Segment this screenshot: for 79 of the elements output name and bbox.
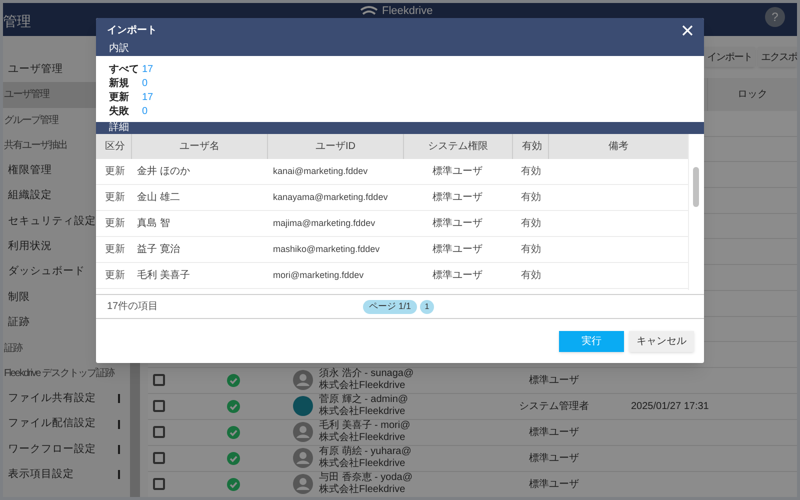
user-name: 須永 浩介 - sunaga@ — [319, 368, 415, 380]
table-cell-text: 標準ユーザ — [432, 190, 484, 205]
summary-value: 0 — [142, 104, 148, 118]
summary-label: すべて — [109, 62, 140, 76]
summary-value: 17 — [142, 62, 154, 76]
table-cell-text: kanai@marketing.fddev — [272, 164, 369, 178]
table-cell-text: 金山 雄二 — [136, 190, 181, 205]
table-cell-text: 標準ユーザ — [432, 242, 484, 257]
toolbar-button[interactable]: インポート — [704, 47, 755, 67]
table-cell-text: 有効 — [520, 216, 542, 231]
summary-label: 更新 — [109, 90, 130, 104]
table-cell-text: 真島 智 — [136, 216, 171, 231]
table-cell-text: 有効 — [520, 190, 542, 205]
checkbox[interactable] — [153, 426, 165, 438]
table-cell-text: mori@marketing.fddev — [272, 268, 365, 282]
checkbox[interactable] — [153, 374, 165, 386]
checkbox[interactable] — [153, 400, 165, 412]
table-cell-text: 更新 — [104, 216, 126, 231]
page-button[interactable]: 1 — [420, 300, 434, 314]
user-name: 有原 萌絵 - yuhara@ — [319, 446, 412, 458]
cancel-button[interactable]: キャンセル — [629, 330, 694, 352]
role-text: 標準ユーザ — [529, 478, 579, 492]
role-text: 標準ユーザ — [529, 452, 579, 466]
user-name: 菅原 輝之 - admin@ — [319, 394, 410, 406]
user-name: 毛利 美喜子 - mori@ — [319, 420, 412, 432]
column-header: ロック — [707, 78, 797, 111]
logo-text: Fleekdrive — [382, 5, 433, 17]
table-cell-text: 更新 — [104, 190, 126, 205]
sidebar-item[interactable]: ファイル配信設定 — [3, 412, 130, 437]
checkbox[interactable] — [153, 478, 165, 490]
table-cell-text: 毛利 美喜子 — [136, 268, 191, 283]
table-cell-text: 有効 — [520, 164, 542, 179]
dialog-title: インポート — [107, 24, 157, 38]
column-header: システム権限 — [403, 134, 512, 159]
close-button[interactable] — [682, 25, 693, 36]
sidebar-item[interactable]: Fleekdrive デスクトップ証跡 — [3, 360, 130, 386]
company-name: 株式会社Fleekdrive — [319, 406, 406, 418]
table-cell-text: 更新 — [104, 242, 126, 257]
table-cell-text: 標準ユーザ — [432, 268, 484, 283]
table-cell-text: 金井 ほのか — [136, 164, 191, 179]
company-name: 株式会社Fleekdrive — [319, 432, 406, 444]
sidebar-item[interactable]: ファイル共有設定 — [3, 386, 130, 412]
sidebar-item[interactable]: ワークフロー設定 — [3, 436, 130, 462]
help-icon[interactable]: ? — [765, 7, 785, 27]
role-text: 標準ユーザ — [529, 426, 579, 440]
page-info: ページ 1/1 — [363, 300, 418, 314]
table-cell-text: 標準ユーザ — [432, 164, 484, 179]
summary-value: 0 — [142, 76, 148, 90]
role-text: 標準ユーザ — [529, 374, 579, 388]
table-cell-text: majima@marketing.fddev — [272, 216, 376, 230]
page-title: 管理 — [3, 12, 31, 31]
table-cell-text: 有効 — [520, 268, 542, 283]
table-cell-text: kanayama@marketing.fddev — [272, 190, 389, 204]
checkbox[interactable] — [153, 452, 165, 464]
logo-icon — [360, 5, 378, 17]
table-cell-text: mashiko@marketing.fddev — [272, 242, 381, 256]
table-cell-text: 益子 寛治 — [136, 242, 181, 257]
sidebar-item[interactable]: 表示項目設定 — [3, 462, 130, 488]
last-login-text: 2025/01/27 17:31 — [631, 400, 709, 414]
company-name: 株式会社Fleekdrive — [319, 458, 406, 470]
table-cell-text: 更新 — [104, 164, 126, 179]
role-text: システム管理者 — [519, 400, 589, 414]
table-cell-text: 標準ユーザ — [432, 216, 484, 231]
summary-value: 17 — [142, 90, 154, 104]
column-header: 有効 — [512, 134, 548, 159]
section-label: 内訳 — [108, 43, 130, 55]
item-count: 17件の項目 — [106, 300, 158, 314]
table-cell-text: 更新 — [104, 268, 126, 283]
company-name: 株式会社Fleekdrive — [319, 380, 406, 392]
table-cell-text: 有効 — [520, 242, 542, 257]
execute-button[interactable]: 実行 — [559, 330, 624, 352]
column-header: ユーザ名 — [131, 134, 267, 159]
toolbar-button[interactable]: エクスポ — [758, 47, 797, 67]
column-header: ユーザID — [267, 134, 403, 159]
section-bar: 詳細 — [96, 122, 704, 134]
column-header: 区分 — [104, 140, 126, 154]
scrollbar-thumb — [693, 167, 699, 207]
company-name: 株式会社Fleekdrive — [319, 484, 406, 496]
user-name: 与田 香奈恵 - yoda@ — [319, 472, 414, 484]
